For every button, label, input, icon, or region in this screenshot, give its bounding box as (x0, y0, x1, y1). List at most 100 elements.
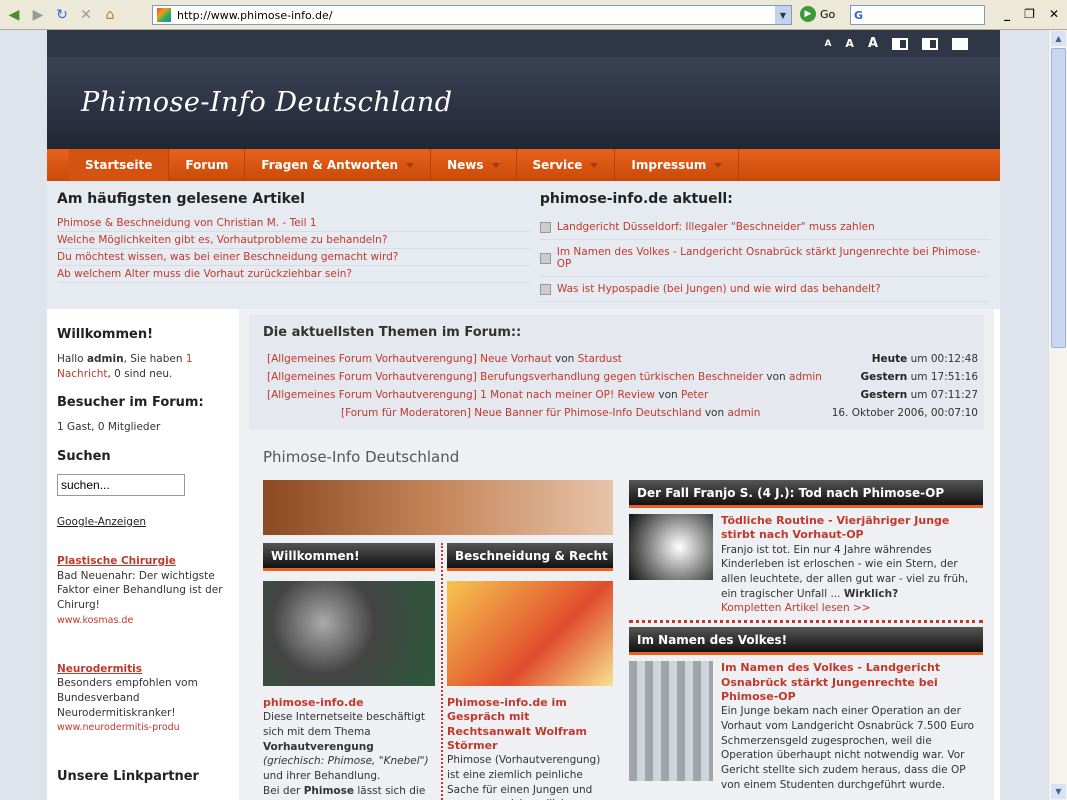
law-card-title[interactable]: Phimose-info.de im Gespräch mit Rechtsan… (447, 696, 587, 752)
franjo-more-link[interactable]: Kompletten Artikel lesen >> (721, 602, 871, 614)
volk-header: Im Namen des Volkes! (629, 627, 983, 656)
restore-icon[interactable]: ❐ (1024, 7, 1035, 21)
nav-forum[interactable]: Forum (169, 149, 246, 181)
forum-board-link[interactable]: [Forum für Moderatoren] (341, 407, 471, 419)
forum-row: [Allgemeines Forum Vorhautverengung] Neu… (263, 350, 978, 368)
nav-faq-label: Fragen & Antworten (261, 158, 399, 172)
back-icon[interactable]: ◀ (4, 5, 24, 25)
welcome-card-text1: Diese Internetseite beschäftigt sich mit… (263, 711, 425, 738)
layout-narrow-icon[interactable] (892, 37, 908, 50)
ad-item: Neurodermitis Besonders empfohlen vom Bu… (57, 662, 231, 735)
search-input[interactable] (57, 474, 185, 497)
top-article-link[interactable]: Du möchtest wissen, was bei einer Beschn… (57, 251, 398, 263)
font-large-button[interactable]: A (868, 36, 878, 51)
forum-topic-link[interactable]: Neue Banner für Phimose-Info Deutschland (474, 407, 701, 419)
news-title: phimose-info.de aktuell: (539, 191, 733, 207)
scroll-up-icon[interactable]: ▲ (1051, 31, 1066, 46)
nav-service-label: Service (532, 158, 583, 172)
news-link[interactable]: Im Namen des Volkes - Landgericht Osnabr… (557, 246, 990, 270)
volk-title[interactable]: Im Namen des Volkes - Landgericht Osnabr… (721, 661, 940, 703)
news-bullet-icon (539, 283, 551, 295)
banner-image (263, 480, 613, 535)
font-medium-button[interactable]: A (845, 37, 854, 50)
welcome-card-header: Willkommen! (263, 543, 435, 571)
welcome-title: Willkommen! (57, 327, 154, 342)
stop-icon[interactable]: ✕ (76, 5, 96, 25)
top-article-link[interactable]: Welche Möglichkeiten gibt es, Vorhautpro… (57, 234, 387, 246)
search-title: Suchen (57, 449, 111, 465)
browser-search-field[interactable]: G (850, 5, 985, 25)
nav-faq[interactable]: Fragen & Antworten (245, 149, 432, 181)
news-link[interactable]: Landgericht Düsseldorf: Illegaler "Besch… (557, 221, 875, 233)
forum-time: 16. Oktober 2006, 00:07:10 (831, 407, 978, 419)
law-image (447, 581, 613, 686)
franjo-item: Tödliche Routine - Vierjähriger Junge st… (629, 508, 983, 624)
forum-time: um 17:51:16 (907, 371, 978, 383)
forum-author-link[interactable]: admin (727, 407, 760, 419)
forum-author-link[interactable]: Stardust (578, 353, 622, 365)
favicon-icon (157, 8, 171, 22)
franjo-title[interactable]: Tödliche Routine - Vierjähriger Junge st… (721, 514, 949, 541)
top-articles: Am häufigsten gelesene Artikel Phimose &… (57, 191, 530, 309)
forum-board-link[interactable]: [Allgemeines Forum Vorhautverengung] (267, 353, 477, 365)
forum-topic-link[interactable]: Neue Vorhaut (480, 353, 552, 365)
ad-title[interactable]: Plastische Chirurgie (57, 555, 176, 567)
address-bar[interactable]: http://www.phimose-info.de/ ▼ (152, 5, 792, 25)
ad-url[interactable]: www.kosmas.de (57, 615, 133, 626)
right-cards: Der Fall Franjo S. (4 J.): Tod nach Phim… (629, 480, 983, 800)
site-logo[interactable]: Phimose-Info Deutschland (81, 87, 453, 118)
nav-startseite[interactable]: Startseite (69, 149, 170, 181)
news-link[interactable]: Was ist Hypospadie (bei Jungen) und wie … (557, 283, 881, 295)
forum-row: [Allgemeines Forum Vorhautverengung] 1 M… (263, 386, 978, 404)
franjo-text: Franjo ist tot. Ein nur 4 Jahre währende… (721, 543, 983, 602)
forum-topic-link[interactable]: Berufungsverhandlung gegen türkischen Be… (480, 371, 763, 383)
layout-wide-icon[interactable] (952, 37, 968, 50)
forum-box: Die aktuellsten Themen im Forum:: [Allge… (249, 315, 984, 430)
welcome-card-title[interactable]: phimose-info.de (263, 696, 364, 709)
home-icon[interactable]: ⌂ (100, 5, 120, 25)
nav-news[interactable]: News (431, 149, 517, 181)
scroll-thumb[interactable] (1051, 48, 1066, 348)
main-nav: Startseite Forum Fragen & Antworten News… (47, 149, 1000, 181)
font-small-button[interactable]: A (824, 39, 831, 49)
ad-url[interactable]: www.neurodermitis-produ (57, 722, 180, 733)
forum-title: Die aktuellsten Themen im Forum:: (263, 325, 522, 340)
nav-impressum[interactable]: Impressum (615, 149, 740, 181)
welcome-card-text: Diese Internetseite beschäftigt sich mit… (263, 710, 435, 798)
scroll-down-icon[interactable]: ▼ (1051, 784, 1066, 799)
google-ads-link[interactable]: Google-Anzeigen (57, 516, 231, 528)
franjo-header: Der Fall Franjo S. (4 J.): Tod nach Phim… (629, 480, 983, 508)
content: Die aktuellsten Themen im Forum:: [Allge… (239, 309, 994, 800)
close-icon[interactable]: ✕ (1049, 7, 1059, 21)
minimize-icon[interactable]: _ (1004, 7, 1010, 21)
forum-author-link[interactable]: admin (789, 371, 822, 383)
forward-icon[interactable]: ▶ (28, 5, 48, 25)
forum-date: Gestern um 07:11:27 (860, 389, 978, 401)
forum-by: von (763, 371, 790, 383)
nav-impressum-label: Impressum (631, 158, 707, 172)
forum-by: von (701, 407, 728, 419)
forum-author-link[interactable]: Peter (681, 389, 708, 401)
top-article-link[interactable]: Ab welchem Alter muss die Vorhaut zurück… (57, 268, 352, 280)
sidebar: Willkommen! Hallo admin, Sie haben 1 Nac… (47, 309, 239, 800)
welcome-card-text4: lässt sich die (354, 784, 426, 797)
ad-title[interactable]: Neurodermitis (57, 663, 142, 675)
reload-icon[interactable]: ↻ (52, 5, 72, 25)
welcome-mid: , Sie haben (123, 353, 186, 365)
google-search-icon: G (854, 8, 864, 22)
forum-topic-link[interactable]: 1 Monat nach meiner OP! Review (480, 389, 655, 401)
go-button[interactable]: ▶ Go (800, 6, 835, 22)
forum-board-link[interactable]: [Allgemeines Forum Vorhautverengung] (267, 389, 477, 401)
address-dropdown-icon[interactable]: ▼ (775, 6, 791, 24)
vertical-scrollbar[interactable]: ▲ ▼ (1048, 30, 1067, 800)
forum-row: [Allgemeines Forum Vorhautverengung] Ber… (263, 368, 978, 386)
nav-service[interactable]: Service (517, 149, 616, 181)
top-articles-title: Am häufigsten gelesene Artikel (57, 191, 305, 207)
forum-board-link[interactable]: [Allgemeines Forum Vorhautverengung] (267, 371, 477, 383)
partners-title: Unsere Linkpartner (57, 768, 199, 784)
law-card: Beschneidung & Recht Phimose-info.de im … (441, 543, 613, 800)
welcome-post: , 0 sind neu. (107, 367, 173, 380)
nav-news-label: News (447, 158, 484, 172)
layout-medium-icon[interactable] (922, 37, 938, 50)
top-article-link[interactable]: Phimose & Beschneidung von Christian M. … (57, 217, 317, 229)
